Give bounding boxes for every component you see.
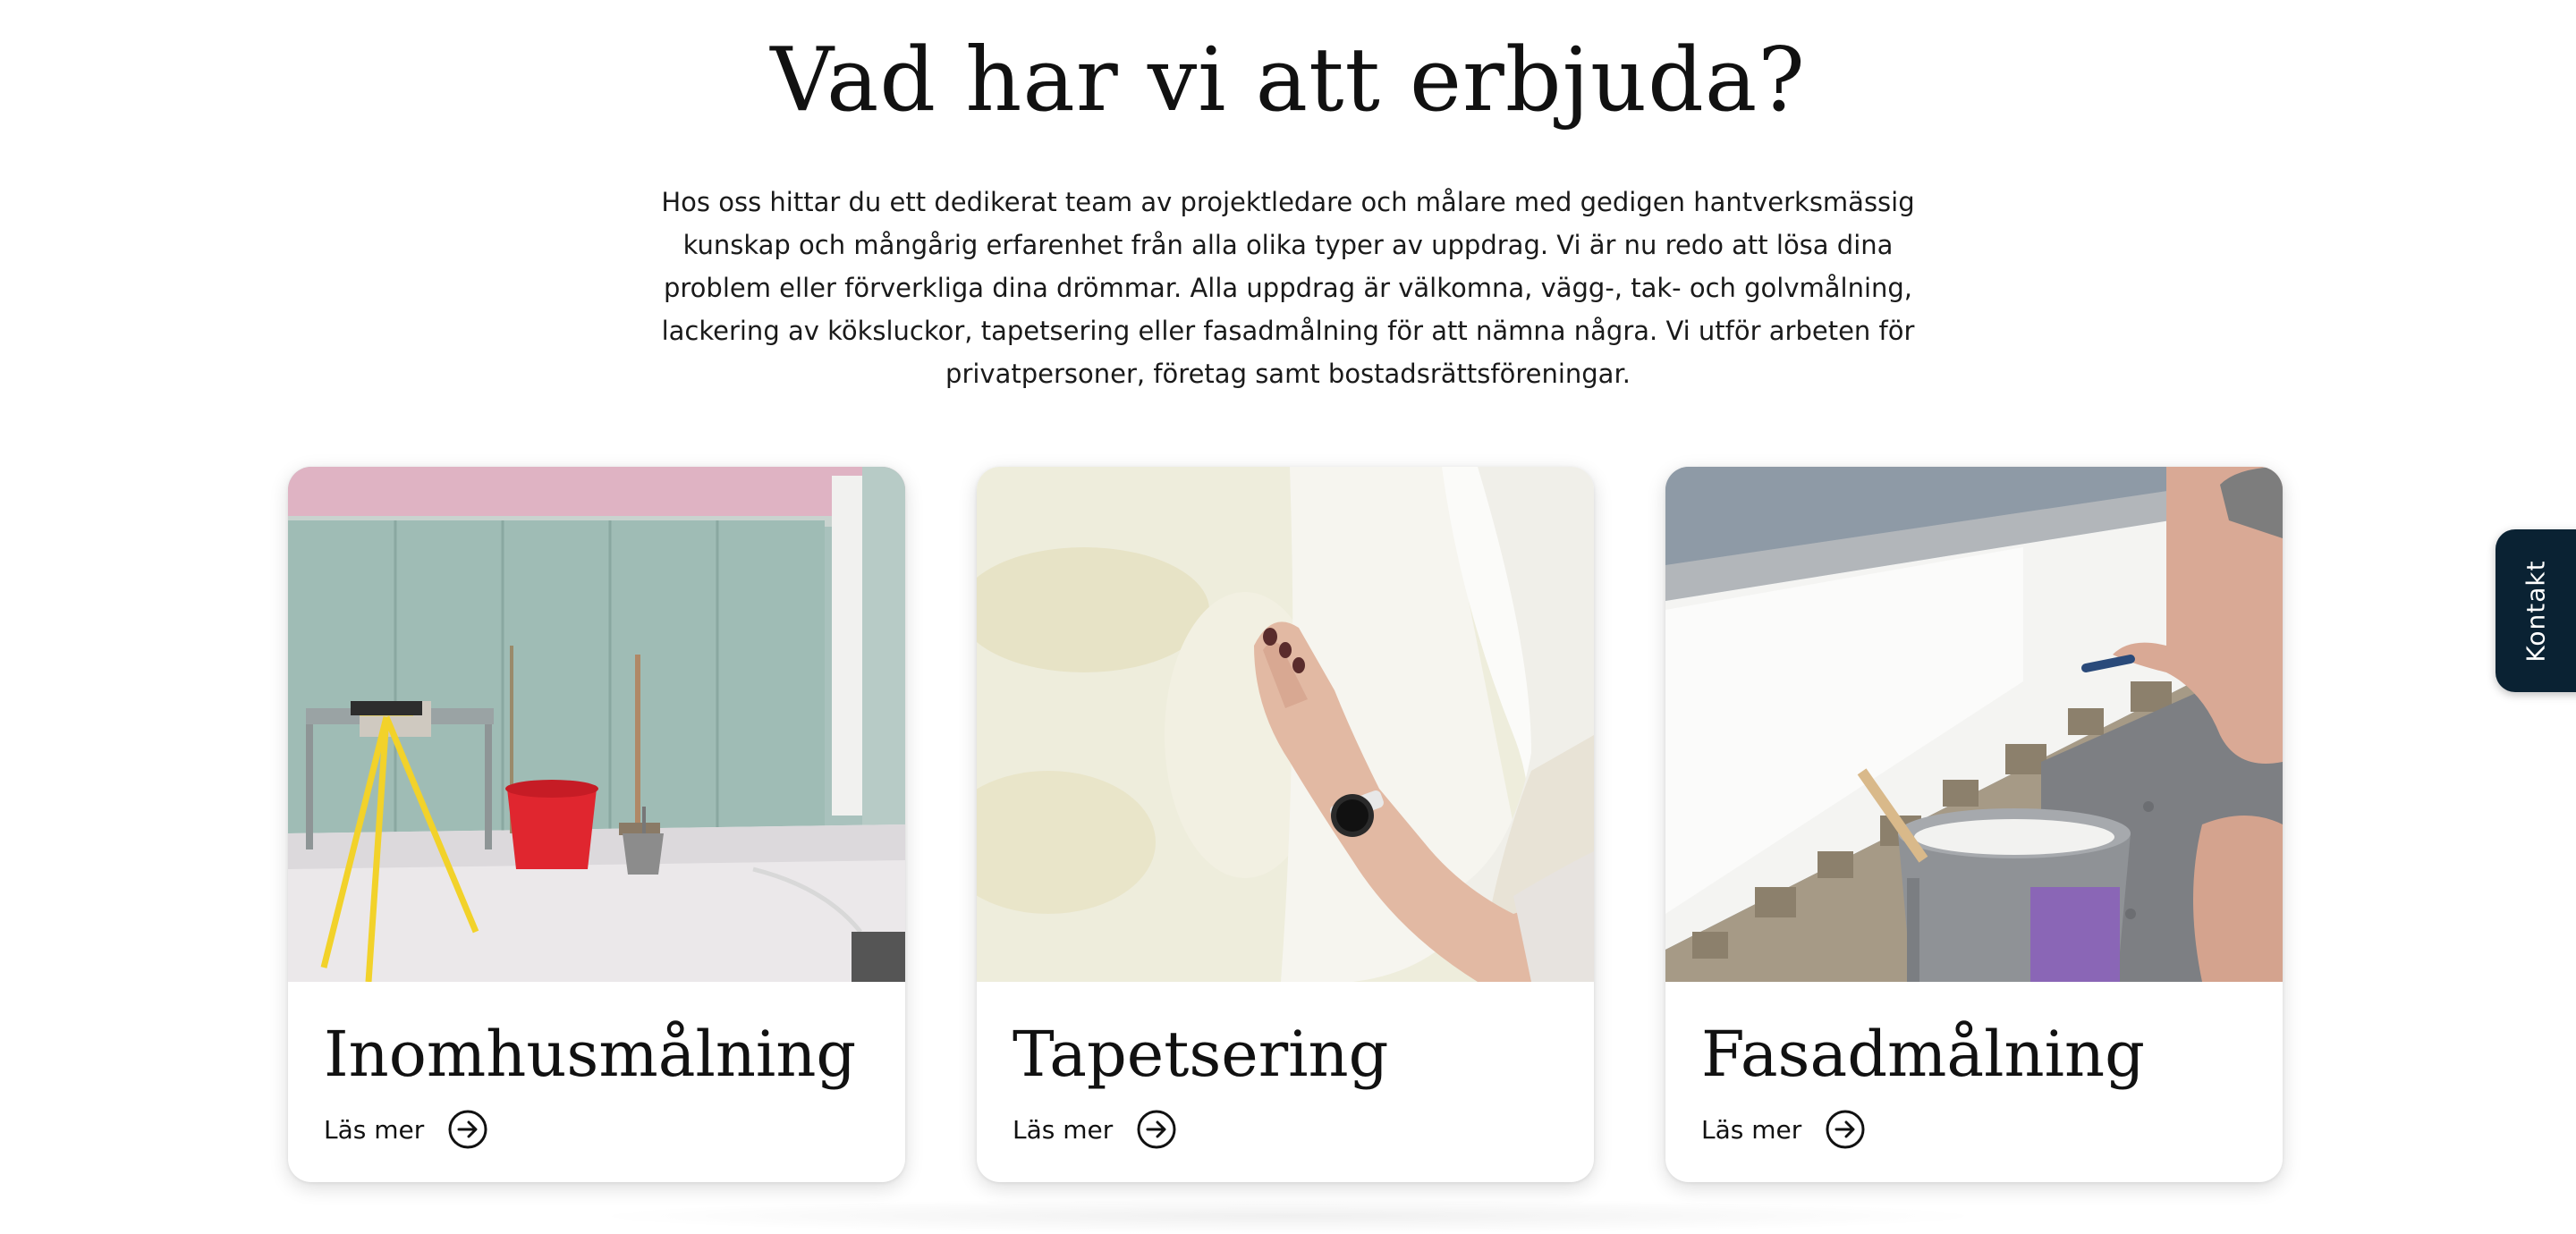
card-image-facade [1665,467,2283,982]
card-title: Fasadmålning [1701,1018,2145,1091]
contact-side-tab-label: Kontakt [2521,559,2551,663]
card-title: Inomhusmålning [324,1018,857,1091]
read-more-link[interactable]: Läs mer [1013,1107,1177,1152]
bottom-shadow [581,1198,1995,1234]
read-more-link[interactable]: Läs mer [1701,1107,1866,1152]
read-more-link[interactable]: Läs mer [324,1107,488,1152]
contact-side-tab-inner: Kontakt [2496,529,2576,692]
section-heading: Vad har vi att erbjuda? [770,30,1806,131]
read-more-label: Läs mer [324,1114,425,1145]
read-more-label: Läs mer [1013,1114,1114,1145]
card-image-wallpaper [977,467,1594,982]
arrow-right-circle-icon [1826,1110,1865,1149]
arrow-right-circle-icon [448,1110,487,1149]
contact-side-tab[interactable]: Kontakt [2496,529,2576,692]
service-card-tapetsering[interactable]: Tapetsering Läs mer [977,467,1594,1182]
section-intro: Hos oss hittar du ett dedikerat team av … [661,187,1915,389]
card-image-interior [288,467,905,982]
service-card-fasadmalning[interactable]: Fasadmålning Läs mer [1665,467,2283,1182]
read-more-label: Läs mer [1701,1114,1802,1145]
card-title: Tapetsering [1013,1018,1389,1091]
service-card-inomhusmalning[interactable]: Inomhusmålning Läs mer [288,467,905,1182]
arrow-right-circle-icon [1137,1110,1176,1149]
